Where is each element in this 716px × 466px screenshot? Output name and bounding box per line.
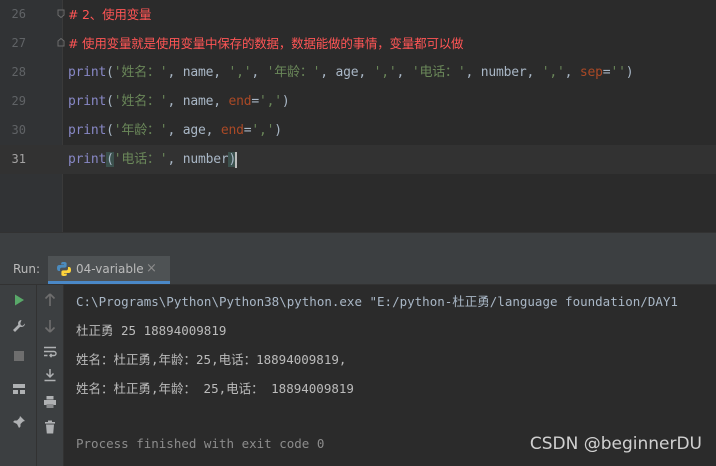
code-token: print [68,65,107,80]
print-button[interactable] [40,392,60,412]
run-toolbar [0,285,36,466]
code-line[interactable]: 26 # 2、使用变量 [0,0,716,29]
code-text: print('姓名：', name, end=',') [68,87,290,116]
trash-icon [45,420,55,434]
line-number: 27 [11,36,26,50]
tool-window-divider[interactable] [0,232,716,257]
code-token: print [68,123,107,138]
line-number: 30 [11,123,26,137]
code-line[interactable]: 29 print('姓名：', name, end=',') [0,87,716,116]
console-output-line: 姓名：杜正勇,年龄：25,电话：18894009819, [76,352,347,367]
arrow-down-icon [44,320,56,333]
code-token: '电话：' [411,65,466,80]
code-token: end [228,94,252,109]
code-token: ( [106,94,114,109]
code-token: , number, [465,65,542,80]
run-tab-label: 04-variable [76,262,144,276]
scroll-to-end-icon [44,369,56,382]
code-token: # 使用变量就是使用变量中保存的数据，数据能做的事情，变量都可以做 [68,36,464,51]
code-token: , age, [167,123,221,138]
code-token: , number [167,152,229,167]
code-token: , [396,65,412,80]
line-number: 29 [11,94,26,108]
code-token: '' [610,65,626,80]
stop-icon [14,351,24,361]
code-token: # 2、使用变量 [68,7,152,22]
arrow-up-icon [44,293,56,306]
run-label: Run: [13,262,41,276]
wrench-icon [13,320,25,332]
soft-wrap-icon [44,346,57,358]
code-text: print('电话：', number) [68,145,238,174]
code-token: ',' [373,65,397,80]
console-exit-message: Process finished with exit code 0 [76,436,325,451]
printer-icon [44,396,56,408]
code-token: , age, [320,65,374,80]
code-token: ( [106,65,114,80]
line-number: 28 [11,65,26,79]
scroll-to-end-button[interactable] [40,365,60,385]
code-token: '电话：' [113,152,168,167]
line-number: 31 [11,152,26,166]
code-text: print('年龄：', age, end=',') [68,116,282,145]
close-tab-icon[interactable]: × [146,261,157,276]
code-token: ',' [228,65,252,80]
soft-wrap-button[interactable] [40,342,60,362]
code-token: ( [106,123,114,138]
code-token: , [564,65,580,80]
code-token: '姓名：' [113,94,168,109]
play-icon [15,294,24,306]
code-text: # 2、使用变量 [68,0,152,30]
stop-button[interactable] [9,346,29,366]
console-command-line: C:\Programs\Python\Python38\python.exe "… [76,294,678,309]
code-token: ',' [541,65,565,80]
code-line[interactable]: 27 # 使用变量就是使用变量中保存的数据，数据能做的事情，变量都可以做 [0,29,716,58]
code-token: ',' [258,94,282,109]
code-token: end [220,123,244,138]
code-line[interactable]: 31 print('电话：', number) [0,145,716,174]
line-number: 26 [11,7,26,21]
code-token: ) [625,65,634,80]
fold-marker-icon[interactable] [57,9,65,18]
layout-icon [13,384,25,394]
edit-configuration-button[interactable] [9,316,29,336]
console-output-line: 杜正勇 25 18894009819 [76,323,227,338]
code-token: '年龄：' [113,123,168,138]
scroll-down-button[interactable] [40,316,60,336]
code-token: '姓名：' [113,65,168,80]
fold-marker-icon[interactable] [57,38,65,47]
run-tab-04-variable[interactable]: 04-variable × [48,256,170,284]
code-token: ) [281,94,290,109]
code-token: , name, [167,94,229,109]
console-toolbar [36,285,63,466]
code-token: , [251,65,267,80]
code-token: ',' [251,123,275,138]
text-caret [235,151,238,168]
run-tool-window-header: Run: 04-variable × [0,256,716,285]
code-token: = [251,94,259,109]
scroll-up-button[interactable] [40,290,60,310]
code-token: '年龄：' [266,65,321,80]
pin-tab-button[interactable] [9,412,29,432]
code-text: print('姓名：', name, ',', '年龄：', age, ',',… [68,58,634,87]
clear-all-button[interactable] [40,417,60,437]
pin-icon [13,416,25,428]
code-text: # 使用变量就是使用变量中保存的数据，数据能做的事情，变量都可以做 [68,29,464,59]
code-token: ( [106,152,114,167]
code-token: sep [579,65,603,80]
python-icon [57,262,71,276]
watermark: CSDN @beginnerDU [529,434,702,454]
console-output-line: 姓名：杜正勇,年龄： 25,电话： 18894009819 [76,381,354,396]
code-token: , name, [167,65,229,80]
code-token: print [68,152,107,167]
code-line[interactable]: 30 print('年龄：', age, end=',') [0,116,716,145]
code-line[interactable]: 28 print('姓名：', name, ',', '年龄：', age, ',… [0,58,716,87]
code-token: print [68,94,107,109]
code-editor[interactable]: 26 # 2、使用变量 27 # 使用变量就是使用变量中保存的数据，数据能做的事情，变… [0,0,716,232]
restore-layout-button[interactable] [9,379,29,399]
rerun-button[interactable] [9,290,29,310]
code-token: ) [274,123,282,138]
